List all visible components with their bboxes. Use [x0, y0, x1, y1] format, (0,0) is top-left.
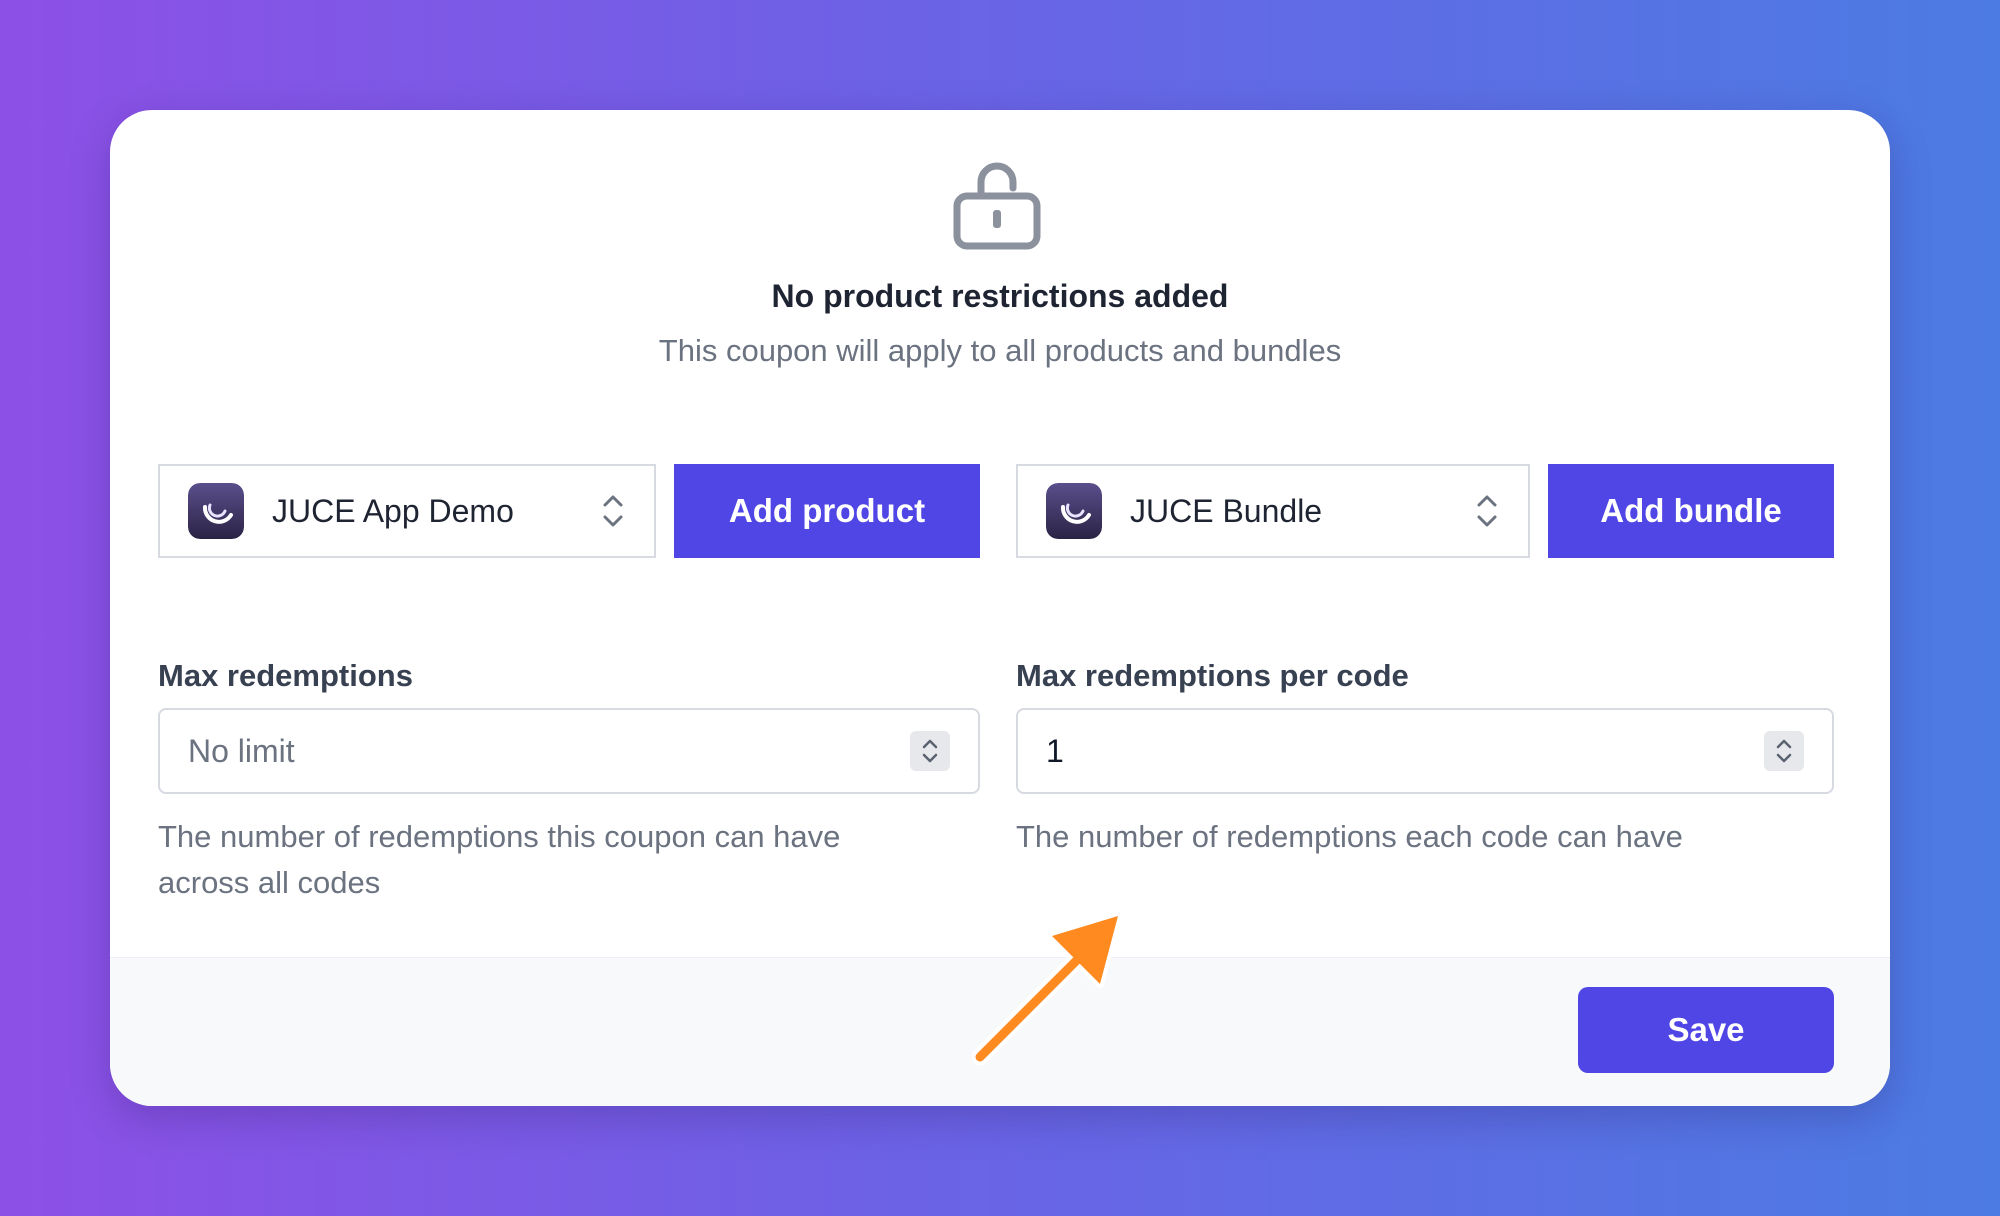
bundle-select[interactable]: JUCE Bundle: [1016, 464, 1530, 558]
empty-state-subtitle: This coupon will apply to all products a…: [658, 333, 1342, 368]
max-redemptions-per-code-input[interactable]: 1: [1016, 708, 1834, 794]
max-redemptions-input[interactable]: No limit: [158, 708, 980, 794]
add-bundle-button[interactable]: Add bundle: [1548, 464, 1834, 558]
max-redemptions-per-code-help: The number of redemptions each code can …: [1016, 819, 1683, 854]
max-redemptions-stepper[interactable]: [910, 731, 950, 771]
max-redemptions-per-code-value: 1: [1046, 732, 1064, 769]
juce-app-icon: [188, 483, 244, 539]
empty-state-title: No product restrictions added: [771, 278, 1229, 314]
product-select[interactable]: JUCE App Demo: [158, 464, 656, 558]
max-redemptions-label: Max redemptions: [158, 658, 413, 693]
juce-app-icon: [1046, 483, 1102, 539]
max-redemptions-per-code-stepper[interactable]: [1764, 731, 1804, 771]
max-redemptions-per-code-label: Max redemptions per code: [1016, 658, 1409, 693]
stepper-icon: [1776, 739, 1792, 763]
add-product-button[interactable]: Add product: [674, 464, 980, 558]
chevron-updown-icon: [1477, 495, 1497, 527]
stepper-icon: [922, 739, 938, 763]
product-select-value: JUCE App Demo: [272, 492, 514, 529]
max-redemptions-help: The number of redemptions this coupon ca…: [158, 819, 841, 900]
save-button[interactable]: Save: [1578, 987, 1834, 1073]
bundle-select-value: JUCE Bundle: [1130, 492, 1323, 529]
unlock-icon: [953, 162, 1041, 250]
coupon-restrictions-card: No product restrictions added This coupo…: [110, 110, 1890, 1106]
max-redemptions-value: No limit: [188, 732, 295, 769]
chevron-updown-icon: [603, 495, 623, 527]
